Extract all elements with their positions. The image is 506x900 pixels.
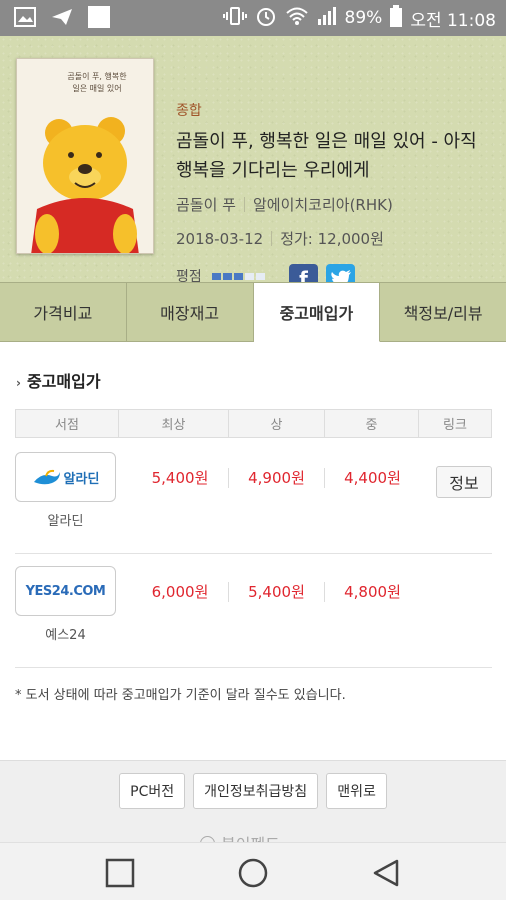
chevron-right-icon: › bbox=[16, 376, 21, 390]
tab-price-compare[interactable]: 가격비교 bbox=[0, 283, 127, 341]
book-date: 2018-03-12 bbox=[176, 229, 264, 248]
book-author-publisher: 곰돌이 푸 알에이치코리아(RHK) bbox=[176, 194, 393, 215]
aladin-logo[interactable]: 알라딘 bbox=[15, 452, 116, 502]
book-genre[interactable]: 종합 bbox=[176, 100, 202, 120]
price-best: 6,000원 bbox=[151, 583, 209, 601]
square-icon bbox=[88, 6, 110, 32]
vibrate-icon bbox=[222, 6, 247, 31]
disclaimer-note: * 도서 상태에 따라 중고매입가 기준이 달라 질수도 있습니다. bbox=[15, 688, 346, 703]
store-name: 예스24 bbox=[45, 628, 86, 643]
tab-book-info-review[interactable]: 책정보/리뷰 bbox=[380, 283, 506, 341]
home-icon[interactable] bbox=[237, 857, 269, 889]
divider bbox=[243, 197, 245, 212]
alarm-icon bbox=[255, 5, 277, 32]
price-good: 4,900원 bbox=[228, 468, 324, 488]
table-row: 알라딘 알라딘 5,400원 4,900원 4,400원 정보 bbox=[15, 438, 492, 554]
back-icon[interactable] bbox=[370, 857, 402, 889]
rating-segment bbox=[255, 272, 265, 280]
book-price: 정가: 12,000원 bbox=[280, 230, 384, 248]
scroll-top-button[interactable]: 맨위로 bbox=[326, 773, 387, 809]
price-fair: 4,400원 bbox=[324, 468, 420, 488]
section-title: › 중고매입가 bbox=[16, 368, 101, 392]
battery-percent: 89% bbox=[344, 8, 383, 28]
book-publisher[interactable]: 알에이치코리아(RHK) bbox=[253, 194, 393, 215]
pc-version-button[interactable]: PC버전 bbox=[119, 773, 186, 809]
book-title: 곰돌이 푸, 행복한 일은 매일 있어 - 아직 행복을 기다리는 우리에게 bbox=[176, 131, 477, 181]
image-icon bbox=[14, 7, 36, 31]
column-header: 링크 bbox=[443, 418, 467, 433]
rating-bars bbox=[211, 272, 265, 280]
yes24-logo-text: YES24.COM bbox=[25, 583, 106, 599]
rating-segment bbox=[211, 272, 221, 280]
privacy-policy-button[interactable]: 개인정보취급방침 bbox=[193, 773, 319, 809]
store-name: 알라딘 bbox=[47, 514, 84, 529]
tab-bar: 가격비교 매장재고 중고매입가 책정보/리뷰 bbox=[0, 282, 506, 342]
signal-icon bbox=[317, 6, 337, 31]
section-title-text: 중고매입가 bbox=[26, 372, 101, 391]
rating-segment bbox=[233, 272, 243, 280]
price-best: 5,400원 bbox=[151, 469, 209, 487]
battery-icon bbox=[390, 4, 403, 32]
yes24-logo[interactable]: YES24.COM bbox=[15, 566, 116, 616]
book-header: 곰돌이 푸, 행복한 일은 매일 있어 종합 곰돌이 푸, 행복한 일은 매일 … bbox=[0, 36, 506, 293]
wifi-icon bbox=[285, 6, 309, 31]
divider bbox=[271, 231, 273, 246]
rating-segment bbox=[222, 272, 232, 280]
price-fair: 4,800원 bbox=[324, 582, 420, 602]
recent-apps-icon[interactable] bbox=[104, 857, 136, 889]
column-header: 서점 bbox=[16, 410, 119, 437]
column-header: 최상 bbox=[119, 410, 229, 437]
navigation-bar bbox=[0, 842, 506, 900]
book-author[interactable]: 곰돌이 푸 bbox=[176, 194, 236, 215]
book-cover[interactable]: 곰돌이 푸, 행복한 일은 매일 있어 bbox=[16, 58, 154, 254]
status-bar: 89% 오전 11:08 bbox=[0, 0, 506, 36]
tab-store-stock[interactable]: 매장재고 bbox=[127, 283, 254, 341]
aladin-logo-text: 알라딘 bbox=[63, 471, 100, 487]
store-cell: YES24.COM 예스24 bbox=[15, 566, 116, 643]
rating-segment bbox=[244, 272, 254, 280]
store-cell: 알라딘 알라딘 bbox=[15, 452, 116, 529]
info-button[interactable]: 정보 bbox=[436, 466, 492, 498]
price-good: 5,400원 bbox=[228, 582, 324, 602]
send-icon bbox=[50, 7, 74, 31]
column-header: 상 bbox=[229, 410, 325, 437]
table-row: YES24.COM 예스24 6,000원 5,400원 4,800원 bbox=[15, 552, 492, 668]
footer: PC버전 개인정보취급방침 맨위로 북이펜드 bbox=[0, 760, 506, 854]
footer-buttons: PC버전 개인정보취급방침 맨위로 bbox=[0, 773, 506, 809]
pooh-illustration bbox=[31, 117, 139, 253]
clock: 오전 11:08 bbox=[410, 10, 496, 31]
table-header: 서점 최상 상 중 링크 bbox=[15, 409, 492, 438]
tab-used-buyback[interactable]: 중고매입가 bbox=[253, 283, 381, 342]
column-header: 중 bbox=[325, 410, 419, 437]
book-date-price: 2018-03-12 정가: 12,000원 bbox=[176, 228, 384, 249]
